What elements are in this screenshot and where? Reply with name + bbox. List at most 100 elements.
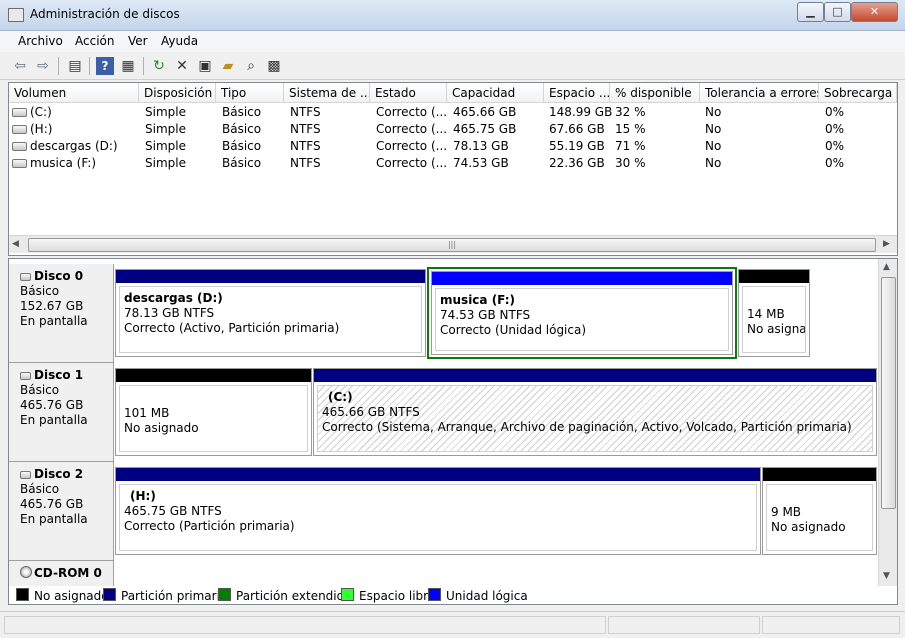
legend-item-unallocated: No asignado <box>16 588 109 603</box>
close-button[interactable]: ✕ <box>851 2 898 22</box>
menu-ver[interactable]: Ver <box>128 34 148 48</box>
view-icon[interactable]: ▩ <box>265 57 283 75</box>
legend-swatch <box>218 588 231 601</box>
maximize-button[interactable]: □ <box>824 2 851 22</box>
disk-graphical-view: Disco 0 Básico 152.67 GB En pantalla des… <box>8 258 898 588</box>
column-header-sobrecarga[interactable]: Sobrecarga <box>819 83 897 103</box>
partition-status: No asignado <box>771 520 846 534</box>
disk-label: Disco 2 <box>20 467 113 482</box>
cell-volumen[interactable]: musica (F:) <box>12 155 96 172</box>
partition-size: 465.66 GB NTFS <box>322 405 420 419</box>
list-icon[interactable]: ▦ <box>119 57 137 75</box>
menu-archivo[interactable]: Archivo <box>18 34 63 48</box>
cell-espacio: 55.19 GB <box>549 139 605 153</box>
disk-1-info[interactable]: Disco 1 Básico 465.76 GB En pantalla <box>9 363 114 462</box>
disk-name: Disco 2 <box>34 467 84 481</box>
column-header-tolerancia[interactable]: Tolerancia a errores <box>700 83 819 103</box>
partition-body: 101 MB No asignado <box>119 385 308 452</box>
scroll-down-icon[interactable]: ▼ <box>883 571 890 581</box>
partition-body: musica (F:) 74.53 GB NTFS Correcto (Unid… <box>435 288 729 351</box>
column-header-disponible[interactable]: % disponible <box>610 83 700 103</box>
back-icon[interactable]: ⇦ <box>11 57 29 75</box>
cell-estado: Correcto (... <box>376 139 448 153</box>
cell-capacidad: 465.66 GB <box>453 105 517 119</box>
legend: No asignado Partición primaria Partición… <box>8 586 898 605</box>
help-icon[interactable]: ? <box>96 57 114 75</box>
partition-name: (H:) <box>130 489 156 503</box>
volume-name: descargas (D:) <box>30 139 118 153</box>
partition-body: 14 MB No asignado <box>742 286 806 353</box>
column-header-sistema[interactable]: Sistema de ... <box>284 83 370 103</box>
extended-partition[interactable]: musica (F:) 74.53 GB NTFS Correcto (Unid… <box>427 267 737 359</box>
primary-partition-bar <box>314 369 876 382</box>
column-header-tipo[interactable]: Tipo <box>216 83 284 103</box>
column-header-espacio[interactable]: Espacio ... <box>544 83 610 103</box>
cell-disponible: 30 % <box>615 156 646 170</box>
vertical-scrollbar[interactable]: ▲ ▼ <box>878 259 897 587</box>
search-icon[interactable]: ⌕ <box>242 57 260 75</box>
hard-disk-icon <box>12 125 27 134</box>
open-icon[interactable]: ▰ <box>219 57 237 75</box>
status-pane <box>608 616 760 634</box>
scroll-up-icon[interactable]: ▲ <box>883 262 890 272</box>
partition-body: descargas (D:) 78.13 GB NTFS Correcto (A… <box>119 286 422 353</box>
horizontal-scrollbar[interactable]: ◀ ||| ▶ <box>9 235 897 253</box>
partition-status: No asignado <box>747 322 806 336</box>
minimize-button[interactable]: ▁ <box>797 2 824 22</box>
delete-icon[interactable]: ✕ <box>173 57 191 75</box>
unallocated-disk-0[interactable]: 14 MB No asignado <box>738 269 810 357</box>
scroll-right-icon[interactable]: ▶ <box>883 239 890 249</box>
properties-icon[interactable]: ▣ <box>196 57 214 75</box>
partition-body: (H:) 465.75 GB NTFS Correcto (Partición … <box>119 484 757 551</box>
volume-name: (H:) <box>30 122 53 136</box>
disk-label: CD-ROM 0 <box>20 566 113 581</box>
column-header-estado[interactable]: Estado <box>370 83 447 103</box>
partition-size: 14 MB <box>747 307 785 321</box>
hard-disk-icon <box>20 272 31 281</box>
scrollbar-thumb[interactable]: ||| <box>28 238 876 252</box>
partition-c[interactable]: (C:) 465.66 GB NTFS Correcto (Sistema, A… <box>313 368 877 456</box>
column-header-volumen[interactable]: Volumen <box>9 83 139 103</box>
cell-tipo: Básico <box>222 122 262 136</box>
title-bar: Administración de discos ▁ □ ✕ <box>0 0 905 31</box>
panel-icon[interactable]: ▤ <box>66 57 84 75</box>
forward-icon[interactable]: ⇨ <box>34 57 52 75</box>
cell-tipo: Básico <box>222 139 262 153</box>
disk-status: En pantalla <box>20 413 88 427</box>
unallocated-disk-1[interactable]: 101 MB No asignado <box>115 368 312 456</box>
unallocated-bar <box>763 468 876 481</box>
partition-status: Correcto (Partición primaria) <box>124 519 295 533</box>
legend-swatch <box>103 588 116 601</box>
partition-h[interactable]: (H:) 465.75 GB NTFS Correcto (Partición … <box>115 467 761 555</box>
legend-label: Espacio libre <box>359 589 436 603</box>
disk-2-info[interactable]: Disco 2 Básico 465.76 GB En pantalla <box>9 462 114 561</box>
partition-size: 74.53 GB NTFS <box>440 308 531 322</box>
cell-tipo: Básico <box>222 105 262 119</box>
partition-name: descargas (D:) <box>124 291 223 305</box>
cell-volumen[interactable]: descargas (D:) <box>12 138 118 155</box>
menu-accion[interactable]: Acción <box>75 34 114 48</box>
cell-volumen[interactable]: (H:) <box>12 121 52 138</box>
disk-status: En pantalla <box>20 314 88 328</box>
unallocated-bar <box>739 270 809 283</box>
legend-item-extended: Partición extendida <box>218 588 352 603</box>
column-header-disposicion[interactable]: Disposición <box>139 83 216 103</box>
disk-type: Básico <box>20 383 60 397</box>
cell-capacidad: 465.75 GB <box>453 122 517 136</box>
column-header-capacidad[interactable]: Capacidad <box>447 83 544 103</box>
cdrom-0-info[interactable]: CD-ROM 0 <box>9 561 114 587</box>
partition-descargas[interactable]: descargas (D:) 78.13 GB NTFS Correcto (A… <box>115 269 426 357</box>
status-bar <box>0 611 905 638</box>
legend-label: No asignado <box>34 589 109 603</box>
scroll-left-icon[interactable]: ◀ <box>12 239 19 249</box>
refresh-icon[interactable]: ↻ <box>150 57 168 75</box>
cell-volumen[interactable]: (C:) <box>12 104 52 121</box>
disk-0-info[interactable]: Disco 0 Básico 152.67 GB En pantalla <box>9 264 114 363</box>
menu-ayuda[interactable]: Ayuda <box>161 34 198 48</box>
scrollbar-thumb[interactable] <box>881 277 896 509</box>
partition-musica[interactable]: musica (F:) 74.53 GB NTFS Correcto (Unid… <box>431 271 733 355</box>
cd-rom-icon <box>20 566 32 578</box>
unallocated-disk-2[interactable]: 9 MB No asignado <box>762 467 877 555</box>
legend-label: Partición extendida <box>236 589 352 603</box>
partition-body: 9 MB No asignado <box>766 484 873 551</box>
